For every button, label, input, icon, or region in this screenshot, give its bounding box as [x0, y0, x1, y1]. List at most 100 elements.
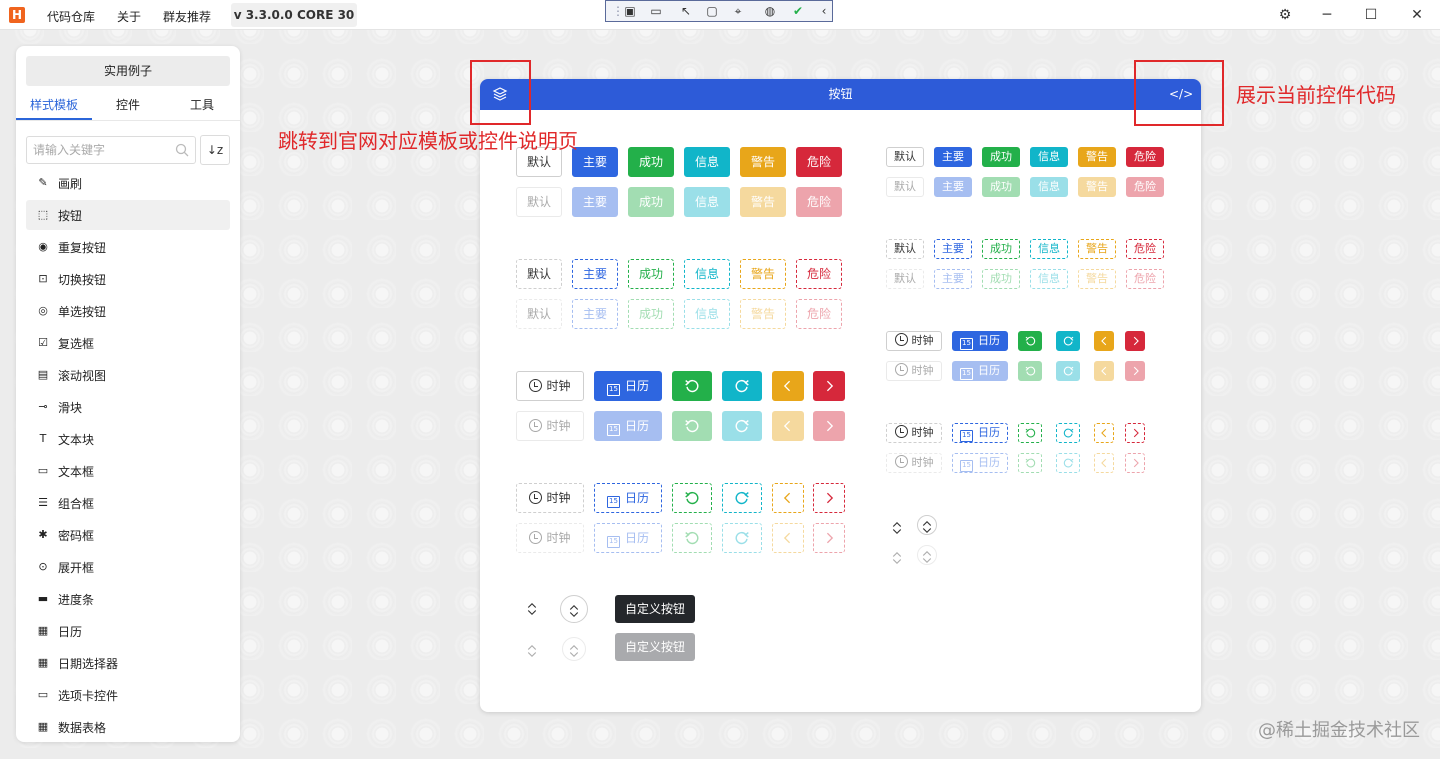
- next-button[interactable]: [813, 483, 845, 513]
- refresh-left-button[interactable]: [1018, 423, 1042, 443]
- binding-icon[interactable]: ◍: [762, 4, 778, 19]
- clock-button[interactable]: 时钟: [886, 361, 942, 381]
- next-button[interactable]: [1125, 453, 1145, 473]
- next-button[interactable]: [1125, 331, 1145, 351]
- custom-button[interactable]: 自定义按钮: [615, 595, 695, 623]
- warning-button[interactable]: 警告: [1078, 177, 1116, 197]
- sidebar-item[interactable]: ▭ 文本框: [26, 456, 230, 486]
- refresh-right-button[interactable]: [1056, 331, 1080, 351]
- warning-button[interactable]: 警告: [1078, 269, 1116, 289]
- minimize-button[interactable]: ─: [1318, 6, 1336, 24]
- next-button[interactable]: [813, 523, 845, 553]
- info-button[interactable]: 信息: [684, 259, 730, 289]
- layout-bounds-icon[interactable]: ▢: [704, 4, 720, 19]
- primary-button[interactable]: 主要: [572, 187, 618, 217]
- calendar-button[interactable]: 15 日历: [594, 523, 662, 553]
- clock-button[interactable]: 时钟: [516, 523, 584, 553]
- next-button[interactable]: [1125, 361, 1145, 381]
- prev-button[interactable]: [1094, 331, 1114, 351]
- spinner-button[interactable]: [886, 545, 908, 567]
- sidebar-item[interactable]: ▦ 日期选择器: [26, 648, 230, 678]
- default-button[interactable]: 默认: [886, 177, 924, 197]
- primary-button[interactable]: 主要: [572, 259, 618, 289]
- sidebar-item[interactable]: ▦ 日历: [26, 616, 230, 646]
- collapse-icon[interactable]: ‹: [816, 4, 832, 19]
- settings-gear-icon[interactable]: ⚙: [1276, 6, 1294, 24]
- tab-controls[interactable]: 控件: [92, 94, 164, 120]
- clock-button[interactable]: 时钟: [516, 411, 584, 441]
- sidebar-item[interactable]: ✎ 画刷: [26, 168, 230, 198]
- tab-tools[interactable]: 工具: [164, 94, 240, 120]
- sidebar-item[interactable]: ⊡ 切换按钮: [26, 264, 230, 294]
- search-icon[interactable]: [175, 143, 189, 157]
- danger-button[interactable]: 危险: [796, 147, 842, 177]
- select-tree-icon[interactable]: ▣: [622, 4, 638, 19]
- sidebar-item[interactable]: ⊙ 展开框: [26, 552, 230, 582]
- danger-button[interactable]: 危险: [1126, 147, 1164, 167]
- menu-code-repo[interactable]: 代码仓库: [47, 8, 95, 25]
- sidebar-item[interactable]: ⬚ 按钮: [26, 200, 230, 230]
- info-button[interactable]: 信息: [684, 147, 730, 177]
- pointer-select-icon[interactable]: ↖: [678, 4, 694, 19]
- clock-button[interactable]: 时钟: [886, 453, 942, 473]
- calendar-button[interactable]: 15 日历: [952, 361, 1008, 381]
- calendar-button[interactable]: 15 日历: [594, 483, 662, 513]
- sidebar-item[interactable]: ☰ 组合框: [26, 488, 230, 518]
- custom-button-disabled[interactable]: 自定义按钮: [615, 633, 695, 661]
- info-button[interactable]: 信息: [1030, 269, 1068, 289]
- sidebar-item[interactable]: ▦ 数据表格: [26, 712, 230, 742]
- video-icon[interactable]: ▭: [648, 4, 664, 19]
- tab-style-templates[interactable]: 样式模板: [16, 94, 92, 120]
- calendar-button[interactable]: 15 日历: [952, 331, 1008, 351]
- search-input[interactable]: [33, 137, 163, 163]
- primary-button[interactable]: 主要: [934, 269, 972, 289]
- maximize-button[interactable]: ☐: [1362, 6, 1380, 24]
- next-button[interactable]: [1125, 423, 1145, 443]
- refresh-right-button[interactable]: [1056, 423, 1080, 443]
- warning-button[interactable]: 警告: [1078, 239, 1116, 259]
- refresh-right-button[interactable]: [1056, 361, 1080, 381]
- calendar-button[interactable]: 15 日历: [594, 371, 662, 401]
- refresh-left-button[interactable]: [672, 371, 712, 401]
- close-button[interactable]: ✕: [1408, 6, 1426, 24]
- prev-button[interactable]: [1094, 423, 1114, 443]
- default-button[interactable]: 默认: [516, 187, 562, 217]
- spinner-button[interactable]: [520, 595, 544, 619]
- sidebar-item[interactable]: ☑ 复选框: [26, 328, 230, 358]
- refresh-left-button[interactable]: [672, 523, 712, 553]
- info-button[interactable]: 信息: [1030, 177, 1068, 197]
- primary-button[interactable]: 主要: [934, 239, 972, 259]
- refresh-left-button[interactable]: [672, 483, 712, 513]
- danger-button[interactable]: 危险: [796, 299, 842, 329]
- sidebar-item[interactable]: ◎ 单选按钮: [26, 296, 230, 326]
- prev-button[interactable]: [772, 483, 804, 513]
- default-button[interactable]: 默认: [516, 259, 562, 289]
- clock-button[interactable]: 时钟: [886, 423, 942, 443]
- danger-button[interactable]: 危险: [1126, 239, 1164, 259]
- refresh-left-button[interactable]: [1018, 361, 1042, 381]
- danger-button[interactable]: 危险: [1126, 269, 1164, 289]
- default-button[interactable]: 默认: [886, 269, 924, 289]
- warning-button[interactable]: 警告: [740, 299, 786, 329]
- check-icon[interactable]: ✔: [790, 4, 806, 19]
- calendar-button[interactable]: 15 日历: [952, 423, 1008, 443]
- refresh-right-button[interactable]: [722, 523, 762, 553]
- info-button[interactable]: 信息: [1030, 239, 1068, 259]
- next-button[interactable]: [813, 411, 845, 441]
- primary-button[interactable]: 主要: [934, 147, 972, 167]
- prev-button[interactable]: [1094, 453, 1114, 473]
- success-button[interactable]: 成功: [982, 177, 1020, 197]
- sort-button[interactable]: ↓z: [200, 135, 230, 165]
- success-button[interactable]: 成功: [628, 259, 674, 289]
- refresh-right-button[interactable]: [722, 483, 762, 513]
- success-button[interactable]: 成功: [982, 269, 1020, 289]
- warning-button[interactable]: 警告: [740, 187, 786, 217]
- danger-button[interactable]: 危险: [796, 187, 842, 217]
- sidebar-item[interactable]: T 文本块: [26, 424, 230, 454]
- prev-button[interactable]: [772, 411, 804, 441]
- spinner-button[interactable]: [886, 515, 908, 537]
- sidebar-item[interactable]: ✱ 密码框: [26, 520, 230, 550]
- prev-button[interactable]: [772, 523, 804, 553]
- calendar-button[interactable]: 15 日历: [952, 453, 1008, 473]
- default-button[interactable]: 默认: [886, 239, 924, 259]
